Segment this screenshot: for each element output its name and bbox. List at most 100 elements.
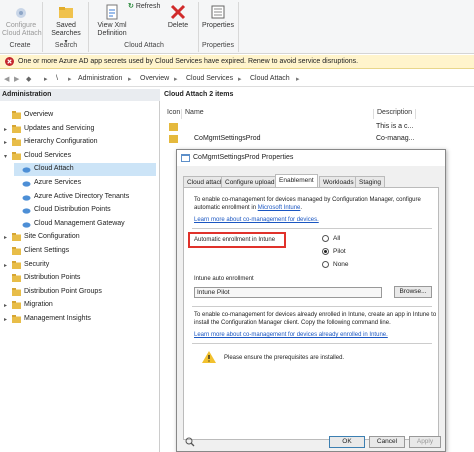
folder-icon (12, 287, 21, 296)
properties-button[interactable]: Properties (200, 4, 236, 30)
tree-item-distribution-point-groups[interactable]: Distribution Point Groups (4, 286, 156, 299)
tree-item-label: Client Settings (24, 247, 70, 254)
apply-button[interactable]: Apply (409, 436, 441, 448)
intune-link[interactable]: Microsoft Intune (258, 205, 301, 211)
back-icon[interactable]: ◀ (4, 75, 9, 83)
tab-enablement[interactable]: Enablement (275, 174, 318, 187)
cloud-icon (22, 181, 31, 187)
properties-icon (211, 5, 225, 19)
tree-item-security[interactable]: ▸ Security (4, 259, 156, 272)
tab-staging[interactable]: Staging (355, 176, 386, 187)
breadcrumb-administration[interactable]: Administration (78, 75, 122, 82)
tree-item-label: Azure Active Directory Tenants (34, 192, 130, 200)
breadcrumb-cloud-attach[interactable]: Cloud Attach (250, 75, 290, 82)
tree-item-label: Security (24, 260, 50, 268)
nav-arrow-icon: ▸ (44, 76, 48, 83)
tree-item-overview[interactable]: Overview (4, 109, 156, 122)
warning-text: Please ensure the prerequisites are inst… (224, 355, 345, 361)
tree-item-label: Migration (24, 301, 53, 309)
list-title: Cloud Attach 2 items (164, 91, 234, 98)
refresh-button[interactable]: ↻ Refresh (128, 3, 168, 11)
tree-item-label: Hierarchy Configuration (24, 138, 98, 146)
cloud-icon (22, 208, 31, 214)
tree-item-azure-services[interactable]: Azure Services (14, 177, 156, 190)
radio-none[interactable] (322, 261, 329, 268)
auto-enrollment-label: Automatic enrollment in Intune (194, 237, 276, 243)
delete-button[interactable]: Delete (166, 4, 190, 30)
xml-document-icon (106, 4, 118, 20)
breadcrumb-cloud-services[interactable]: Cloud Services (186, 75, 233, 82)
tree-item-label: Overview (24, 111, 54, 118)
chevron-right-icon[interactable]: ▸ (4, 234, 7, 241)
refresh-label: Refresh (135, 3, 161, 10)
cloud-icon (22, 222, 31, 228)
enablement-panel: To enable co-management for devices mana… (183, 187, 439, 440)
chevron-right-icon[interactable]: ▸ (4, 126, 7, 133)
group-search: Search (54, 42, 78, 49)
tree-item-cloud-distribution-points[interactable]: Cloud Distribution Points (14, 204, 156, 217)
browse-button[interactable]: Browse... (394, 286, 432, 298)
help-icon[interactable] (185, 437, 195, 447)
radio-all[interactable] (322, 235, 329, 242)
folder-icon (12, 260, 21, 269)
tree-item-hierarchy-configuration[interactable]: ▸ Hierarchy Configuration (4, 136, 156, 149)
tab-workloads[interactable]: Workloads (319, 176, 358, 187)
learn-more-link[interactable]: Learn more about co-management for devic… (194, 216, 319, 224)
tree-item-management-insights[interactable]: ▸ Management Insights (4, 313, 156, 326)
folder-icon (12, 315, 21, 323)
para2-line-1: To enable co-management for devices alre… (194, 312, 437, 318)
breadcrumb-overview[interactable]: Overview (140, 75, 169, 82)
table-row[interactable]: This is a c... (162, 122, 474, 134)
folder-icon (12, 151, 21, 160)
tree-item-updates-and-servicing[interactable]: ▸ Updates and Servicing (4, 123, 156, 136)
radio-pilot[interactable] (322, 248, 329, 255)
tree-header-label: Administration (2, 91, 52, 98)
table-row[interactable]: CoMgmtSettingsProd Co-manag... (162, 134, 474, 146)
chevron-right-icon[interactable]: ▸ (4, 262, 7, 269)
chevron-right-icon[interactable]: ▸ (4, 139, 7, 146)
folder-icon (12, 111, 21, 119)
folder-icon (12, 138, 21, 147)
configure-cloud-attach-button[interactable]: Configure Cloud Attach (2, 4, 42, 38)
column-header-name[interactable]: Name (182, 109, 374, 119)
row-description: This is a c... (376, 123, 414, 130)
folder-icon (12, 301, 21, 310)
intro-line-1: To enable co-management for devices mana… (194, 197, 421, 203)
radio-pilot-label: Pilot (333, 248, 346, 255)
tree-item-site-configuration[interactable]: ▸ Site Configuration (4, 231, 156, 244)
intro-line-2-suffix: . (300, 205, 303, 211)
breadcrumb-root[interactable]: \ (56, 75, 58, 82)
cloud-settings-icon (169, 123, 178, 131)
results-pane: Cloud Attach 2 items Icon Name Descripti… (162, 89, 474, 149)
tree-item-client-settings[interactable]: Client Settings (4, 245, 156, 258)
group-properties: Properties (202, 42, 234, 49)
tree-item-migration[interactable]: ▸ Migration (4, 299, 156, 312)
tree-item-cloud-attach[interactable]: Cloud Attach (14, 163, 156, 177)
notification-text: One or more Azure AD app secrets used by… (18, 58, 359, 65)
intune-collection-field[interactable]: Intune Pilot (194, 287, 382, 298)
tree-item-cloud-services[interactable]: ▾ Cloud Services (4, 150, 156, 163)
view-xml-button[interactable]: View Xml Definition (92, 4, 132, 38)
column-header-description[interactable]: Description (374, 109, 416, 119)
chevron-down-icon[interactable]: ▾ (4, 153, 7, 160)
tree-item-azure-active-directory-tenants[interactable]: Azure Active Directory Tenants (14, 191, 156, 204)
column-header-icon[interactable]: Icon (164, 109, 182, 119)
folder-icon (12, 274, 21, 283)
chevron-right-icon[interactable]: ▸ (4, 316, 7, 323)
cancel-button[interactable]: Cancel (369, 436, 405, 448)
cloud-settings-icon (169, 135, 178, 143)
dialog-title-bar: CoMgmtSettingsProd Properties (177, 150, 445, 166)
ok-button[interactable]: OK (329, 436, 365, 448)
ribbon: Configure Cloud Attach Create Saved Sear… (0, 0, 474, 54)
saved-searches-button[interactable]: Saved Searches ▼ (48, 4, 84, 46)
chevron-right-icon[interactable]: ▸ (4, 302, 7, 309)
forward-icon[interactable]: ▶ (14, 75, 19, 83)
tree-item-label: Cloud Services (24, 151, 72, 159)
tab-configure-upload[interactable]: Configure upload (221, 176, 279, 187)
tree-item-cloud-management-gateway[interactable]: Cloud Management Gateway (14, 218, 156, 231)
up-folder-icon[interactable]: ◆ (26, 75, 31, 83)
tree-item-label: Azure Services (34, 179, 82, 186)
learn-more-enrolled-link[interactable]: Learn more about co-management for devic… (194, 331, 388, 339)
tree-item-distribution-points[interactable]: Distribution Points (4, 272, 156, 285)
delete-label: Delete (167, 22, 189, 29)
